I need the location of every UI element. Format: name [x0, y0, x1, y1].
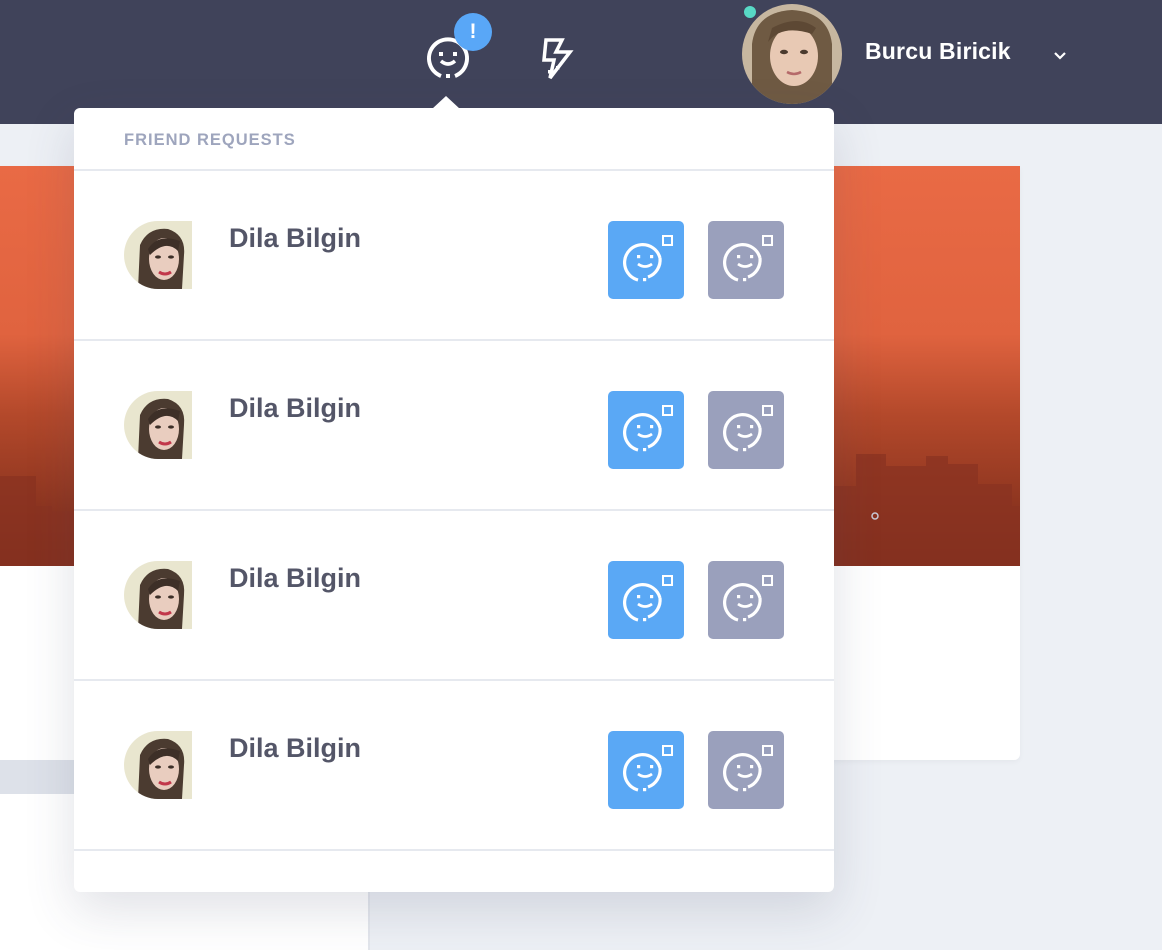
decline-request-button[interactable]: [708, 731, 784, 809]
add-friend-icon: [623, 745, 673, 792]
dropdown-header: FRIEND REQUESTS: [74, 108, 834, 171]
user-name[interactable]: Burcu Biricik: [865, 38, 1011, 65]
requester-name[interactable]: Dila Bilgin: [229, 563, 361, 594]
accept-request-button[interactable]: [608, 731, 684, 809]
add-friend-icon: [723, 745, 773, 792]
decline-request-button[interactable]: [708, 391, 784, 469]
requester-avatar[interactable]: [124, 561, 192, 629]
user-avatar[interactable]: [742, 4, 842, 104]
add-friend-icon: [723, 235, 773, 282]
accept-request-button[interactable]: [608, 561, 684, 639]
requester-avatar[interactable]: [124, 221, 192, 289]
friend-request-row: Dila Bilgin: [74, 171, 834, 341]
chevron-down-icon[interactable]: [1050, 48, 1070, 64]
accept-request-button[interactable]: [608, 391, 684, 469]
add-friend-icon: [623, 235, 673, 282]
add-friend-icon: [623, 575, 673, 622]
add-friend-icon: [723, 405, 773, 452]
requester-name[interactable]: Dila Bilgin: [229, 393, 361, 424]
requester-name[interactable]: Dila Bilgin: [229, 733, 361, 764]
online-status-dot: [744, 6, 756, 18]
accept-request-button[interactable]: [608, 221, 684, 299]
decline-request-button[interactable]: [708, 561, 784, 639]
friend-requests-dropdown: FRIEND REQUESTS Dila Bilgin Dila Bilgin …: [74, 108, 834, 892]
friend-request-row: Dila Bilgin: [74, 681, 834, 851]
requester-avatar[interactable]: [124, 391, 192, 459]
friend-request-row: Dila Bilgin: [74, 511, 834, 681]
decline-request-button[interactable]: [708, 221, 784, 299]
top-navigation-bar: ! Burcu Biricik: [0, 0, 1162, 124]
dropdown-pointer: [432, 96, 460, 109]
notification-badge: !: [454, 13, 492, 51]
requester-name[interactable]: Dila Bilgin: [229, 223, 361, 254]
requester-avatar[interactable]: [124, 731, 192, 799]
add-friend-icon: [623, 405, 673, 452]
friend-request-row: Dila Bilgin: [74, 341, 834, 511]
lightning-icon[interactable]: [536, 36, 580, 80]
add-friend-icon: [723, 575, 773, 622]
dropdown-title: FRIEND REQUESTS: [124, 131, 296, 149]
